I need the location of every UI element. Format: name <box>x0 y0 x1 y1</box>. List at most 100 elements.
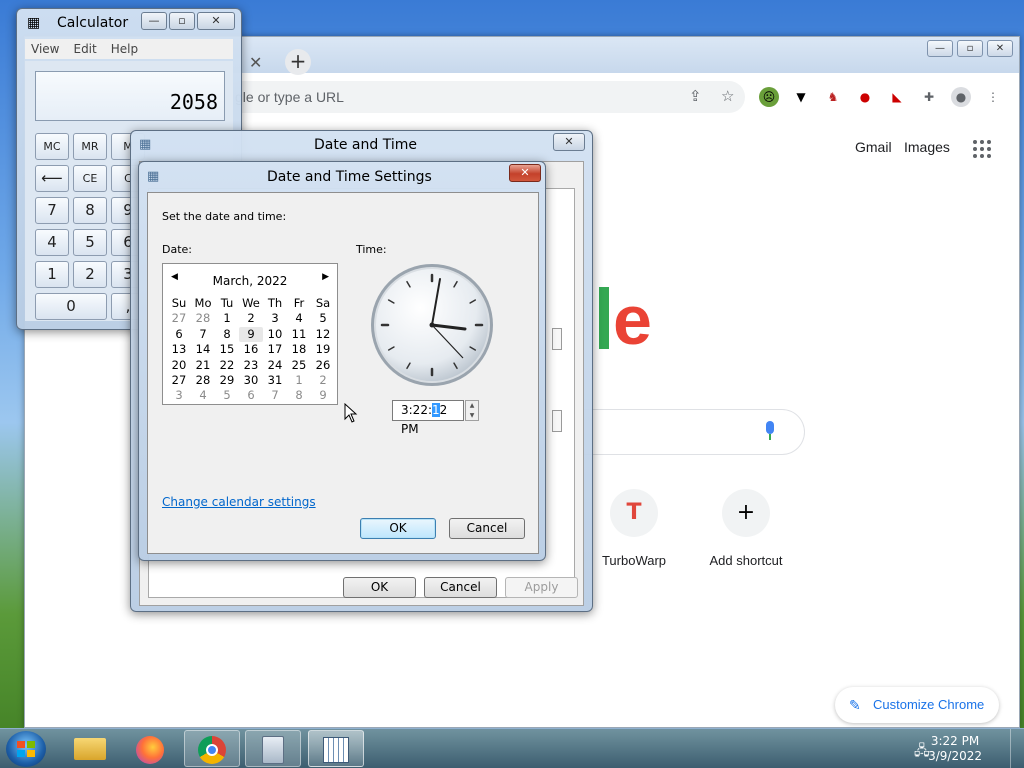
calendar-day[interactable]: 20 <box>167 358 191 373</box>
calendar-day[interactable]: 6 <box>239 388 263 403</box>
calendar-day[interactable]: 11 <box>287 327 311 342</box>
spin-up-icon[interactable]: ▲ <box>466 401 478 411</box>
gmail-link[interactable]: Gmail <box>855 139 892 155</box>
key-4[interactable]: 4 <box>35 229 69 256</box>
minimize-button[interactable]: — <box>927 40 953 57</box>
key-5[interactable]: 5 <box>73 229 107 256</box>
cancel-button[interactable]: Cancel <box>449 518 525 539</box>
extension-frog-icon[interactable]: ☹ <box>759 87 779 107</box>
bookmark-star-icon[interactable]: ☆ <box>721 87 734 105</box>
next-month-icon[interactable]: ▶ <box>322 272 329 282</box>
memory-recall-button[interactable]: MR <box>73 133 107 160</box>
menu-edit[interactable]: Edit <box>73 39 96 59</box>
change-date-button-edge[interactable] <box>552 328 562 350</box>
key-2[interactable]: 2 <box>73 261 107 288</box>
time-input[interactable]: 3:22:12 PM <box>392 400 464 436</box>
memory-clear-button[interactable]: MC <box>35 133 69 160</box>
close-button[interactable]: ✕ <box>509 164 541 182</box>
shortcut-turbowarp[interactable]: T TurboWarp <box>579 489 689 568</box>
chrome-menu-icon[interactable]: ⋮ <box>983 87 1003 107</box>
calendar-day[interactable]: 14 <box>191 342 215 357</box>
calendar-day[interactable]: 29 <box>215 373 239 388</box>
calendar-day[interactable]: 10 <box>263 327 287 342</box>
calendar-day[interactable]: 12 <box>311 327 335 342</box>
calendar-day[interactable]: 4 <box>191 388 215 403</box>
calendar-day[interactable]: 5 <box>215 388 239 403</box>
apply-button[interactable]: Apply <box>505 577 578 598</box>
menu-help[interactable]: Help <box>111 39 138 59</box>
clear-entry-button[interactable]: CE <box>73 165 107 192</box>
extension-ninja-icon[interactable]: ♞ <box>823 87 843 107</box>
key-8[interactable]: 8 <box>73 197 107 224</box>
tray-clock[interactable]: 3:22 PM 3/9/2022 <box>928 734 982 764</box>
minimize-button[interactable]: — <box>141 12 167 30</box>
calendar-day[interactable]: 22 <box>215 358 239 373</box>
calendar-day[interactable]: 24 <box>263 358 287 373</box>
calendar-day[interactable]: 5 <box>311 311 335 326</box>
calendar-day[interactable]: 28 <box>191 311 215 326</box>
calendar-day[interactable]: 7 <box>263 388 287 403</box>
calendar-month-title[interactable]: March, 2022 <box>163 274 337 288</box>
key-0[interactable]: 0 <box>35 293 107 320</box>
calendar-day[interactable]: 27 <box>167 311 191 326</box>
extension-cat-icon[interactable]: ▼ <box>791 87 811 107</box>
change-timezone-button-edge[interactable] <box>552 410 562 432</box>
calendar-day[interactable]: 9 <box>239 326 263 343</box>
profile-avatar-icon[interactable]: ● <box>951 87 971 107</box>
tab-close-icon[interactable]: ✕ <box>249 53 262 72</box>
extension-watermelon-icon[interactable]: ◣ <box>887 87 907 107</box>
calendar-day[interactable]: 2 <box>239 311 263 326</box>
calendar-day[interactable]: 4 <box>287 311 311 326</box>
share-icon[interactable]: ⇪ <box>689 87 702 105</box>
calendar-day[interactable]: 31 <box>263 373 287 388</box>
calendar-day[interactable]: 18 <box>287 342 311 357</box>
taskbar-calculator[interactable] <box>245 730 301 767</box>
calendar-day[interactable]: 27 <box>167 373 191 388</box>
customize-chrome-button[interactable]: ✎ Customize Chrome <box>835 687 999 723</box>
time-spinner[interactable]: ▲ ▼ <box>465 400 479 421</box>
ok-button[interactable]: OK <box>343 577 416 598</box>
calendar-day[interactable]: 23 <box>239 358 263 373</box>
calendar-day[interactable]: 28 <box>191 373 215 388</box>
taskbar-chrome[interactable] <box>184 730 240 767</box>
calendar-day[interactable]: 1 <box>215 311 239 326</box>
close-button[interactable]: ✕ <box>197 12 235 30</box>
close-button[interactable]: ✕ <box>987 40 1013 57</box>
calendar-day[interactable]: 15 <box>215 342 239 357</box>
new-tab-button[interactable]: + <box>285 49 311 75</box>
maximize-button[interactable]: ▫ <box>957 40 983 57</box>
taskbar-date-time[interactable] <box>308 730 364 767</box>
calendar-day[interactable]: 3 <box>167 388 191 403</box>
extension-amongus-icon[interactable]: ● <box>855 87 875 107</box>
shortcut-add[interactable]: + Add shortcut <box>691 489 801 568</box>
spin-down-icon[interactable]: ▼ <box>466 411 478 421</box>
calendar-day[interactable]: 16 <box>239 342 263 357</box>
calendar-day[interactable]: 9 <box>311 388 335 403</box>
change-calendar-settings-link[interactable]: Change calendar settings <box>162 495 316 509</box>
calendar-day[interactable]: 25 <box>287 358 311 373</box>
images-link[interactable]: Images <box>904 139 950 155</box>
voice-search-mic-icon[interactable] <box>763 421 777 443</box>
maximize-button[interactable]: ▫ <box>169 12 195 30</box>
calendar-day[interactable]: 17 <box>263 342 287 357</box>
calendar-day[interactable]: 8 <box>215 327 239 342</box>
calendar-day[interactable]: 7 <box>191 327 215 342</box>
calendar-day[interactable]: 3 <box>263 311 287 326</box>
calendar-day[interactable]: 8 <box>287 388 311 403</box>
omnibox-placeholder[interactable]: gle or type a URL <box>235 89 344 105</box>
key-7[interactable]: 7 <box>35 197 69 224</box>
show-desktop-button[interactable] <box>1010 729 1024 768</box>
extensions-puzzle-icon[interactable]: ✚ <box>919 87 939 107</box>
calendar-day[interactable]: 2 <box>311 373 335 388</box>
ok-button[interactable]: OK <box>360 518 436 539</box>
close-button[interactable]: ✕ <box>553 133 585 151</box>
calendar-day[interactable]: 6 <box>167 327 191 342</box>
taskbar-explorer[interactable] <box>62 730 118 767</box>
key-1[interactable]: 1 <box>35 261 69 288</box>
cancel-button[interactable]: Cancel <box>424 577 497 598</box>
start-button[interactable] <box>6 731 46 767</box>
calendar-day[interactable]: 21 <box>191 358 215 373</box>
taskbar-firefox[interactable] <box>122 730 178 767</box>
google-apps-icon[interactable] <box>973 140 991 158</box>
menu-view[interactable]: View <box>31 39 59 59</box>
